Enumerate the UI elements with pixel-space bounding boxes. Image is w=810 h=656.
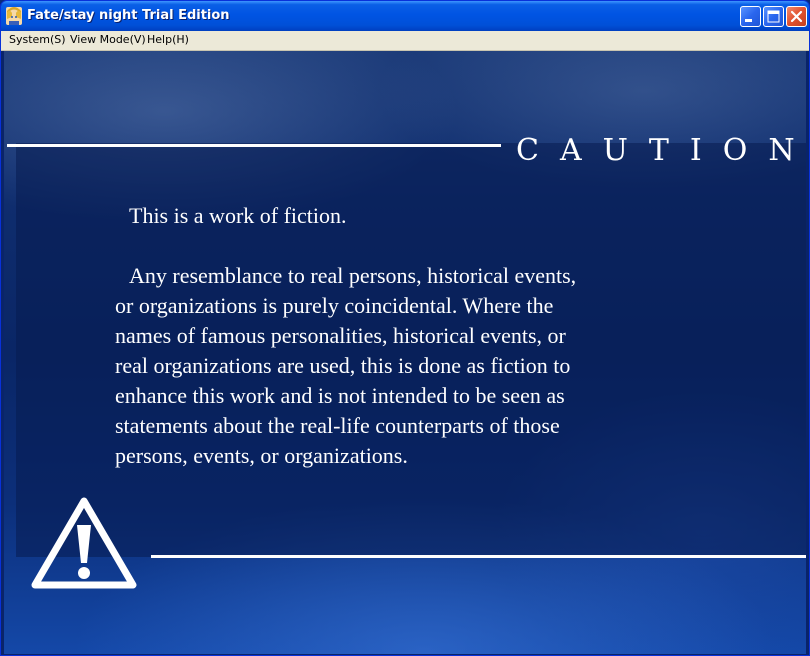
menu-system[interactable]: System(S) [9, 33, 66, 46]
warning-triangle-icon [31, 497, 137, 589]
caution-heading: CAUTION [516, 133, 806, 168]
fiction-statement: This is a work of fiction. [129, 203, 347, 228]
caution-screen[interactable]: CAUTION This is a work of fiction. Any r… [4, 51, 806, 654]
disclaimer-line: enhance this work and is not intended to… [115, 383, 565, 408]
title-bar[interactable]: Fate/stay night Trial Edition [1, 1, 809, 31]
menu-view-mode[interactable]: View Mode(V) [70, 33, 146, 46]
close-icon [790, 10, 803, 23]
menu-help[interactable]: Help(H) [147, 33, 189, 46]
disclaimer-paragraph: Any resemblance to real persons, histori… [115, 261, 576, 471]
app-window: Fate/stay night Trial Edition System(S) … [0, 0, 810, 656]
minimize-button[interactable] [740, 6, 761, 27]
maximize-button[interactable] [763, 6, 784, 27]
menu-bar: System(S) View Mode(V) Help(H) [1, 31, 809, 51]
bottom-divider [151, 555, 806, 558]
disclaimer-line: or organizations is purely coincidental.… [115, 293, 554, 318]
disclaimer-line: real organizations are used, this is don… [115, 353, 571, 378]
disclaimer-line: names of famous personalities, historica… [115, 323, 566, 348]
disclaimer-line: Any resemblance to real persons, histori… [129, 263, 577, 288]
minimize-icon [745, 19, 752, 22]
disclaimer-line: persons, events, or organizations. [115, 443, 408, 468]
saber-portrait-icon[interactable] [6, 7, 22, 25]
top-divider [7, 144, 501, 147]
disclaimer-line: statements about the real-life counterpa… [115, 413, 560, 438]
maximize-icon [767, 10, 780, 23]
close-button[interactable] [786, 6, 807, 27]
window-title: Fate/stay night Trial Edition [27, 8, 230, 23]
